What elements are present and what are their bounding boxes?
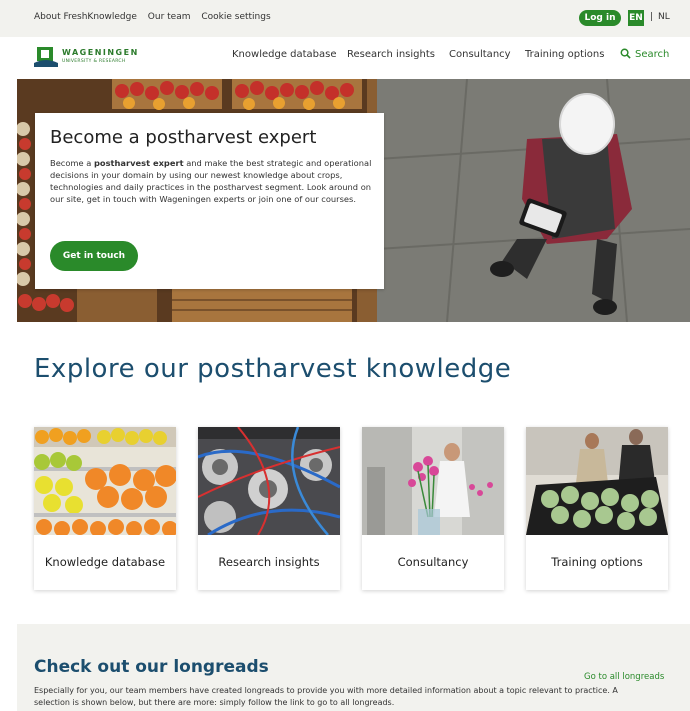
tile-label: Research insights	[218, 555, 320, 569]
hero-intro-pre: Become a	[50, 158, 94, 168]
all-longreads-link[interactable]: Go to all longreads	[584, 672, 664, 682]
main-nav: WAGENINGEN UNIVERSITY & RESEARCH Knowled…	[0, 37, 690, 79]
language-nl-button[interactable]: NL	[658, 12, 670, 22]
worker-with-tablet-illustration	[376, 79, 690, 322]
tile-consultancy[interactable]: Consultancy	[362, 427, 504, 590]
logo-subtitle: UNIVERSITY & RESEARCH	[62, 59, 126, 64]
lab-tubes-image	[198, 427, 340, 535]
explore-title: Explore our postharvest knowledge	[34, 354, 512, 384]
search-label: Search	[635, 49, 670, 60]
longreads-title: Check out our longreads	[34, 657, 269, 677]
tile-label: Knowledge database	[44, 555, 166, 569]
nav-knowledge-database[interactable]: Knowledge database	[232, 49, 337, 60]
hero-worker-image	[376, 79, 690, 322]
hero-title: Become a postharvest expert	[50, 127, 317, 148]
language-en-button[interactable]: EN	[628, 10, 644, 26]
hero-intro-bold: postharvest expert	[93, 158, 184, 168]
tile-label: Training options	[551, 555, 643, 569]
hero-banner: Become a postharvest expert Become a pos…	[17, 79, 690, 322]
get-in-touch-button[interactable]: Get in touch	[50, 241, 138, 271]
longreads-description: Especially for you, our team members hav…	[34, 686, 618, 707]
hero-intro: Become a postharvest expert and make the…	[50, 157, 375, 205]
utility-bar: About FreshKnowledge Our team Cookie set…	[0, 0, 690, 37]
tile-knowledge-database[interactable]: Knowledge database	[34, 427, 176, 590]
tile-training-options[interactable]: Training options	[526, 427, 668, 590]
nav-research-insights[interactable]: Research insights	[347, 49, 435, 60]
hero-card: Become a postharvest expert Become a pos…	[35, 113, 384, 289]
team-link[interactable]: Our team	[148, 12, 191, 22]
cookie-settings-link[interactable]: Cookie settings	[201, 12, 270, 22]
citrus-shelf-illustration	[34, 427, 176, 535]
wur-logo[interactable]: WAGENINGEN UNIVERSITY & RESEARCH	[34, 45, 144, 69]
utility-links: About FreshKnowledge Our team Cookie set…	[34, 12, 279, 22]
cabbage-crates-image	[526, 427, 668, 535]
login-button[interactable]: Log in	[579, 10, 621, 26]
flower-storage-illustration	[362, 427, 504, 535]
language-separator: |	[650, 12, 654, 22]
citrus-shelf-image	[34, 427, 176, 535]
lab-tubes-illustration	[198, 427, 340, 535]
nav-training-options[interactable]: Training options	[525, 49, 604, 60]
tile-label: Consultancy	[397, 555, 469, 569]
search-icon	[620, 48, 631, 59]
longreads-section: Check out our longreads Go to all longre…	[17, 624, 690, 711]
wur-logo-icon	[34, 47, 58, 67]
search-button[interactable]: Search	[620, 48, 669, 60]
nav-consultancy[interactable]: Consultancy	[449, 49, 511, 60]
logo-name: WAGENINGEN	[62, 48, 139, 57]
about-link[interactable]: About FreshKnowledge	[34, 12, 137, 22]
flower-storage-image	[362, 427, 504, 535]
tile-research-insights[interactable]: Research insights	[198, 427, 340, 590]
cabbage-crates-illustration	[526, 427, 668, 535]
